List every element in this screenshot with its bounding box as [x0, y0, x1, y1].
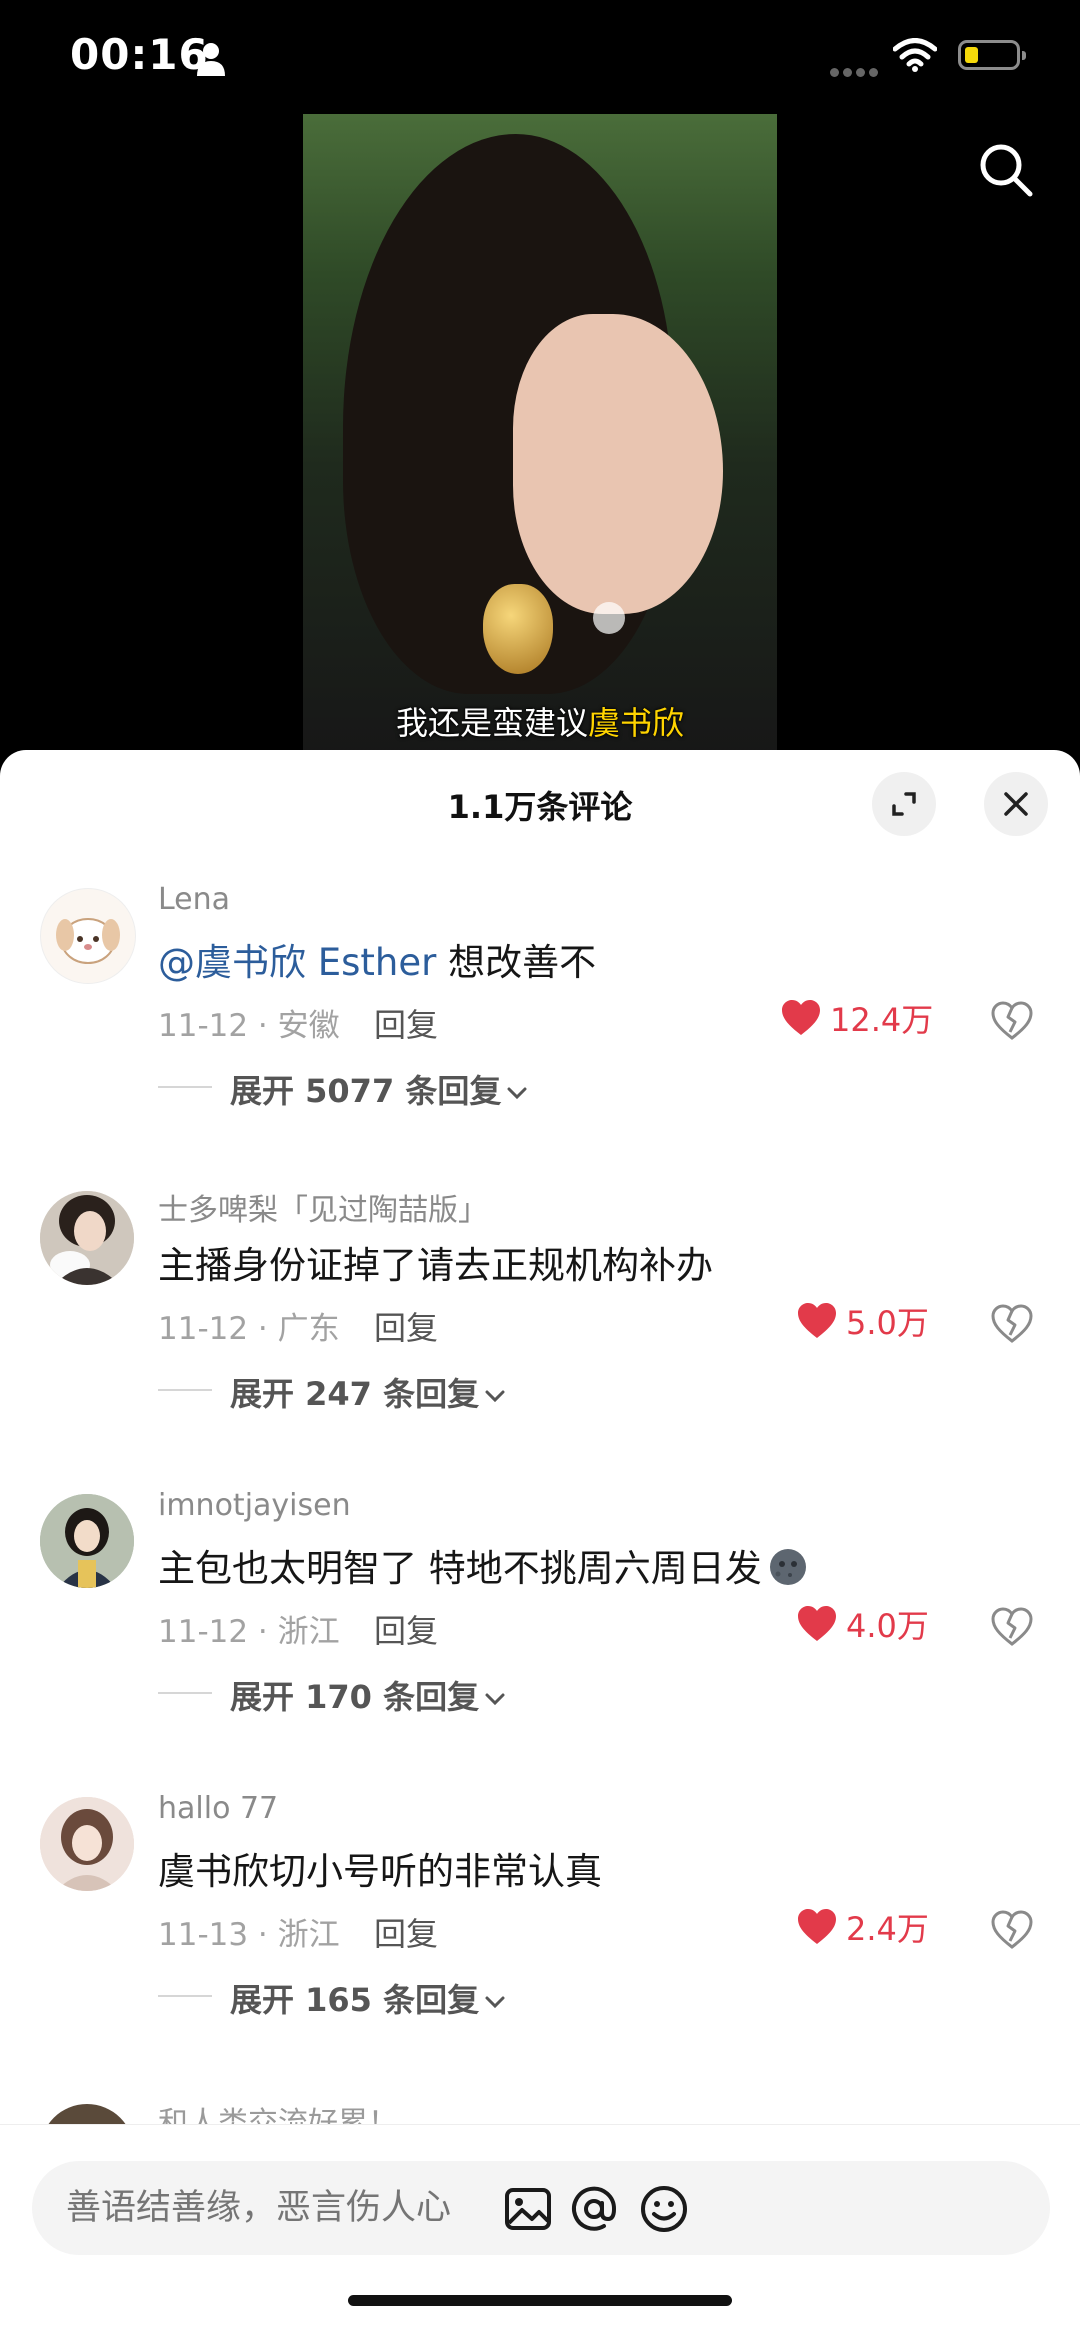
comment-username[interactable]: 士多啤梨「见过陶喆版」 [158, 1185, 488, 1229]
heart-icon [782, 1000, 820, 1035]
emoji-moon-icon [769, 1549, 806, 1585]
comment-date-location: 11-13 · 浙江 [158, 1917, 340, 1953]
like-button[interactable]: 5.0万 [796, 1301, 929, 1342]
status-time: 00:16 [70, 30, 209, 79]
like-count: 12.4万 [830, 1001, 934, 1039]
avatar[interactable] [40, 1191, 134, 1285]
chevron-down-icon [485, 1996, 505, 2009]
comment-date-location: 11-12 · 浙江 [158, 1614, 340, 1650]
comment-username[interactable]: imnotjayisen [158, 1488, 351, 1523]
comment-input-bar [0, 2124, 1080, 2338]
avatar[interactable] [40, 1797, 134, 1891]
home-indicator[interactable] [348, 2295, 732, 2306]
like-count: 4.0万 [846, 1607, 929, 1645]
reply-button[interactable]: 回复 [374, 1000, 438, 1046]
divider [158, 1389, 212, 1391]
comment-item: hallo 77 虞书欣切小号听的非常认真 11-13 · 浙江 回复 2.4万… [0, 1791, 1080, 2097]
signal-icon [830, 62, 882, 81]
heart-icon [798, 1606, 836, 1641]
dislike-icon[interactable] [990, 1606, 1034, 1646]
comment-input-container [32, 2161, 1050, 2255]
video-frame-earring [483, 584, 553, 674]
avatar[interactable] [40, 888, 136, 984]
dislike-icon[interactable] [990, 1000, 1034, 1040]
comment-item: Lena @虞书欣 Esther 想改善不 11-12 · 安徽 回复 12.4… [0, 882, 1080, 1188]
close-icon [1004, 792, 1028, 816]
video-frame-face [513, 314, 723, 614]
heart-icon [798, 1909, 836, 1944]
comment-text: 主播身份证掉了请去正规机构补办 [158, 1244, 713, 1287]
wifi-icon [893, 38, 937, 72]
dislike-icon[interactable] [990, 1303, 1034, 1343]
comment-username[interactable]: Lena [158, 882, 230, 917]
chevron-down-icon [485, 1693, 505, 1706]
search-icon[interactable] [978, 142, 1034, 198]
comment-text: 虞书欣切小号听的非常认真 [158, 1850, 602, 1893]
person-icon [197, 43, 225, 76]
comment-sheet: 1.1万条评论 Lena @虞书欣 Esther 想改善不 11-12 · 安徽… [0, 750, 1080, 2338]
image-icon[interactable] [502, 2183, 554, 2235]
like-count: 2.4万 [846, 1910, 929, 1948]
divider [158, 1086, 212, 1088]
close-button[interactable] [984, 772, 1048, 836]
expand-icon [892, 792, 916, 816]
comment-text: @虞书欣 Esther 想改善不 [158, 941, 597, 984]
mention-link[interactable]: @虞书欣 Esther [158, 941, 436, 984]
status-bar: 00:16 [0, 0, 1080, 110]
video-player[interactable]: 我还是蛮建议虞书欣 [303, 114, 777, 754]
reply-button[interactable]: 回复 [374, 1909, 438, 1955]
subtitle-highlight: 虞书欣 [588, 704, 685, 742]
comment-date-location: 11-12 · 安徽 [158, 1008, 340, 1044]
dislike-icon[interactable] [990, 1909, 1034, 1949]
heart-icon [798, 1303, 836, 1338]
comment-text: 主包也太明智了 特地不挑周六周日发 [158, 1538, 808, 1592]
divider [158, 1692, 212, 1694]
expand-button[interactable] [872, 772, 936, 836]
chevron-down-icon [507, 1087, 527, 1100]
like-button[interactable]: 2.4万 [796, 1907, 929, 1948]
comment-username[interactable]: hallo 77 [158, 1791, 278, 1826]
divider [158, 1995, 212, 1997]
chevron-down-icon [485, 1390, 505, 1403]
emoji-icon[interactable] [638, 2183, 690, 2235]
video-touch-dot [593, 602, 625, 634]
avatar[interactable] [40, 1494, 134, 1588]
like-button[interactable]: 4.0万 [796, 1604, 929, 1645]
comment-item: imnotjayisen 主包也太明智了 特地不挑周六周日发 11-12 · 浙… [0, 1488, 1080, 1794]
reply-button[interactable]: 回复 [374, 1303, 438, 1349]
video-subtitle: 我还是蛮建议虞书欣 [395, 704, 685, 742]
comment-date-location: 11-12 · 广东 [158, 1311, 340, 1347]
like-button[interactable]: 12.4万 [780, 998, 934, 1039]
comment-item: 士多啤梨「见过陶喆版」 主播身份证掉了请去正规机构补办 11-12 · 广东 回… [0, 1191, 1080, 1491]
like-count: 5.0万 [846, 1304, 929, 1342]
reply-button[interactable]: 回复 [374, 1606, 438, 1652]
battery-icon [958, 40, 1026, 70]
at-icon[interactable] [568, 2183, 620, 2235]
